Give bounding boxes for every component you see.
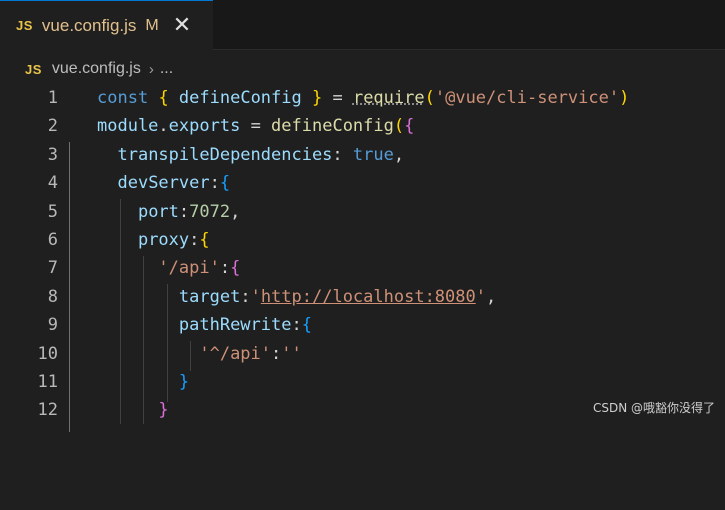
code-line: 5 port:7072, (0, 198, 725, 226)
line-number: 4 (47, 173, 58, 194)
line-number: 11 (37, 372, 58, 392)
line-number: 9 (47, 315, 58, 336)
breadcrumb-file[interactable]: vue.config.js (52, 60, 141, 78)
chevron-right-icon: › (148, 60, 154, 78)
line-number: 5 (47, 201, 58, 222)
js-file-icon: JS (25, 61, 42, 77)
close-icon[interactable]: ✕ (173, 14, 191, 37)
line-number: 10 (37, 343, 58, 364)
line-number: 8 (47, 286, 58, 307)
line-number: 3 (47, 144, 58, 165)
tab-bar: JS vue.config.js M ✕ (0, 0, 725, 50)
code-editor[interactable]: 1 const { defineConfig } = require('@vue… (0, 84, 725, 432)
watermark: CSDN @哦豁你没得了 (592, 401, 715, 415)
code-line: 10 '^/api':'' (0, 340, 725, 368)
url-link[interactable]: http://localhost:8080 (261, 287, 476, 307)
line-number: 6 (47, 230, 58, 250)
editor-tab[interactable]: JS vue.config.js M ✕ (0, 0, 213, 50)
line-number: 7 (47, 258, 58, 279)
line-number: 2 (47, 116, 58, 137)
code-line: 2 module.exports = defineConfig({ (0, 112, 725, 140)
code-line: 9 pathRewrite:{ (0, 311, 725, 339)
code-line: 7 '/api':{ (0, 254, 725, 282)
breadcrumb-symbols[interactable]: ... (160, 60, 173, 78)
code-line: 3 transpileDependencies: true, (0, 141, 725, 169)
line-number: 12 (37, 400, 58, 421)
code-line: 8 target:'http://localhost:8080', (0, 283, 725, 311)
code-line: 11 } (0, 368, 725, 396)
line-number: 1 (47, 88, 58, 108)
js-file-icon: JS (16, 18, 33, 33)
modified-badge: M (145, 16, 159, 34)
breadcrumb: JS vue.config.js › ... (25, 58, 173, 80)
code-line: 1 const { defineConfig } = require('@vue… (0, 84, 725, 112)
code-line: 6 proxy:{ (0, 226, 725, 254)
tab-filename: vue.config.js (41, 15, 137, 35)
code-line: 4 devServer:{ (0, 169, 725, 197)
